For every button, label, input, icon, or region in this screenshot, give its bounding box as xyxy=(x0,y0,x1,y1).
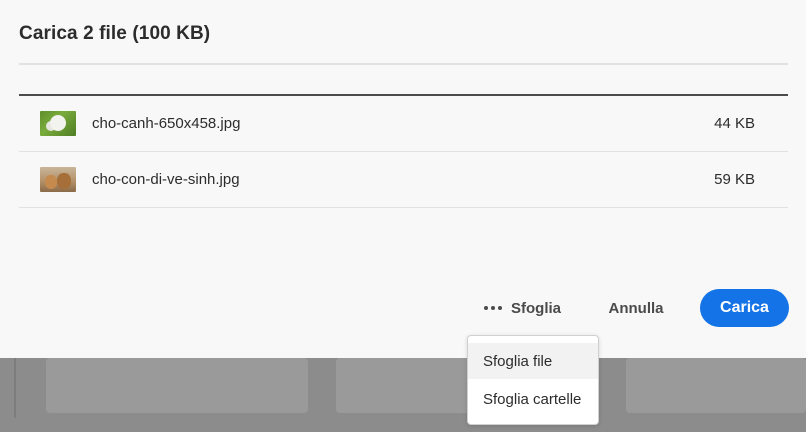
cancel-button[interactable]: Annulla xyxy=(598,290,674,326)
file-size: 59 KB xyxy=(714,171,755,188)
upload-dialog: Carica 2 file (100 KB) cho-canh-650x458.… xyxy=(0,0,806,358)
file-thumbnail xyxy=(40,111,76,136)
browse-menu: Sfoglia file Sfoglia cartelle xyxy=(467,335,599,425)
browse-button[interactable]: Sfoglia xyxy=(484,297,561,319)
upload-button[interactable]: Carica xyxy=(700,289,789,327)
file-row: cho-con-di-ve-sinh.jpg 59 KB xyxy=(19,152,788,208)
file-row: cho-canh-650x458.jpg 44 KB xyxy=(19,96,788,152)
menu-item-browse-files[interactable]: Sfoglia file xyxy=(468,343,598,379)
file-name: cho-con-di-ve-sinh.jpg xyxy=(92,171,240,188)
title-divider xyxy=(19,63,788,65)
background-card xyxy=(46,358,308,413)
file-name: cho-canh-650x458.jpg xyxy=(92,115,241,132)
menu-item-browse-folders[interactable]: Sfoglia cartelle xyxy=(468,381,598,417)
background-divider xyxy=(14,358,16,418)
file-thumbnail xyxy=(40,167,76,192)
background-card xyxy=(626,358,806,413)
file-size: 44 KB xyxy=(714,115,755,132)
ellipsis-icon xyxy=(484,306,502,310)
dialog-title: Carica 2 file (100 KB) xyxy=(19,23,211,44)
file-list: cho-canh-650x458.jpg 44 KB cho-con-di-ve… xyxy=(19,96,788,208)
browse-label: Sfoglia xyxy=(511,299,562,317)
